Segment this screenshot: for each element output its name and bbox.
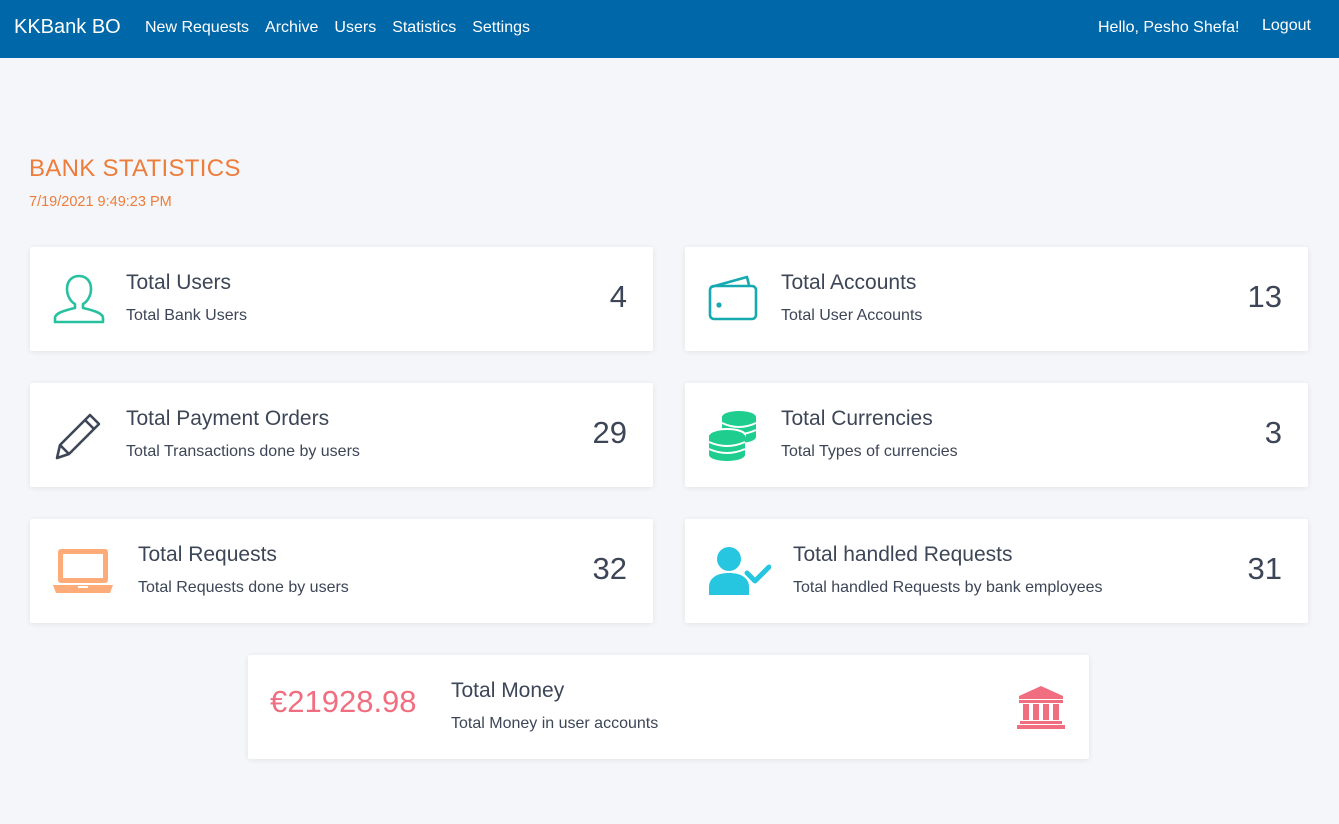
nav-links: New Requests Archive Users Statistics Se… <box>145 19 530 37</box>
card-title: Total handled Requests <box>793 543 1013 566</box>
money-subtitle: Total Money in user accounts <box>451 715 659 732</box>
card-value: 32 <box>592 551 627 586</box>
logout-link[interactable]: Logout <box>1262 17 1311 35</box>
card-subtitle: Total Types of currencies <box>781 443 958 460</box>
top-navbar: KKBank BO New Requests Archive Users Sta… <box>0 0 1339 58</box>
card-title: Total Currencies <box>781 407 933 430</box>
laptop-icon <box>53 549 113 593</box>
stat-card-total-handled-requests: Total handled Requests Total handled Req… <box>685 519 1308 623</box>
card-title: Total Requests <box>138 543 277 566</box>
pencil-icon <box>55 413 101 460</box>
card-value: 13 <box>1247 279 1282 314</box>
card-title: Total Accounts <box>781 271 917 294</box>
nav-new-requests[interactable]: New Requests <box>145 19 249 37</box>
coins-icon <box>708 411 757 461</box>
card-value: 4 <box>609 279 627 314</box>
stat-card-total-money: €21928.98 Total Money Total Money in use… <box>248 655 1089 759</box>
page-title: BANK STATISTICS <box>29 155 241 182</box>
card-subtitle: Total Bank Users <box>126 307 247 324</box>
nav-statistics[interactable]: Statistics <box>392 19 456 37</box>
user-outline-icon <box>53 274 105 324</box>
card-value: 29 <box>592 415 627 450</box>
wallet-icon <box>708 275 758 321</box>
money-value: €21928.98 <box>270 684 417 719</box>
card-title: Total Users <box>126 271 232 294</box>
page-timestamp: 7/19/2021 9:49:23 PM <box>29 194 172 210</box>
user-greeting: Hello, Pesho Shefa! <box>1098 19 1240 36</box>
card-subtitle: Total User Accounts <box>781 307 923 324</box>
stat-card-total-payment-orders: Total Payment Orders Total Transactions … <box>30 383 653 487</box>
user-check-icon <box>709 547 771 595</box>
stat-card-total-currencies: Total Currencies Total Types of currenci… <box>685 383 1308 487</box>
stat-card-total-users: Total Users Total Bank Users 4 <box>30 247 653 351</box>
card-value: 31 <box>1247 551 1282 586</box>
stat-card-total-accounts: Total Accounts Total User Accounts 13 <box>685 247 1308 351</box>
card-subtitle: Total Transactions done by users <box>126 443 360 460</box>
nav-users[interactable]: Users <box>334 19 376 37</box>
card-value: 3 <box>1264 415 1282 450</box>
brand-link[interactable]: KKBank BO <box>14 16 121 39</box>
nav-archive[interactable]: Archive <box>265 19 318 37</box>
bank-icon <box>1017 686 1065 729</box>
stat-card-total-requests: Total Requests Total Requests done by us… <box>30 519 653 623</box>
card-subtitle: Total handled Requests by bank employees <box>793 579 1103 596</box>
card-subtitle: Total Requests done by users <box>138 579 349 596</box>
money-title: Total Money <box>451 679 565 702</box>
card-title: Total Payment Orders <box>126 407 330 430</box>
nav-settings[interactable]: Settings <box>472 19 530 37</box>
